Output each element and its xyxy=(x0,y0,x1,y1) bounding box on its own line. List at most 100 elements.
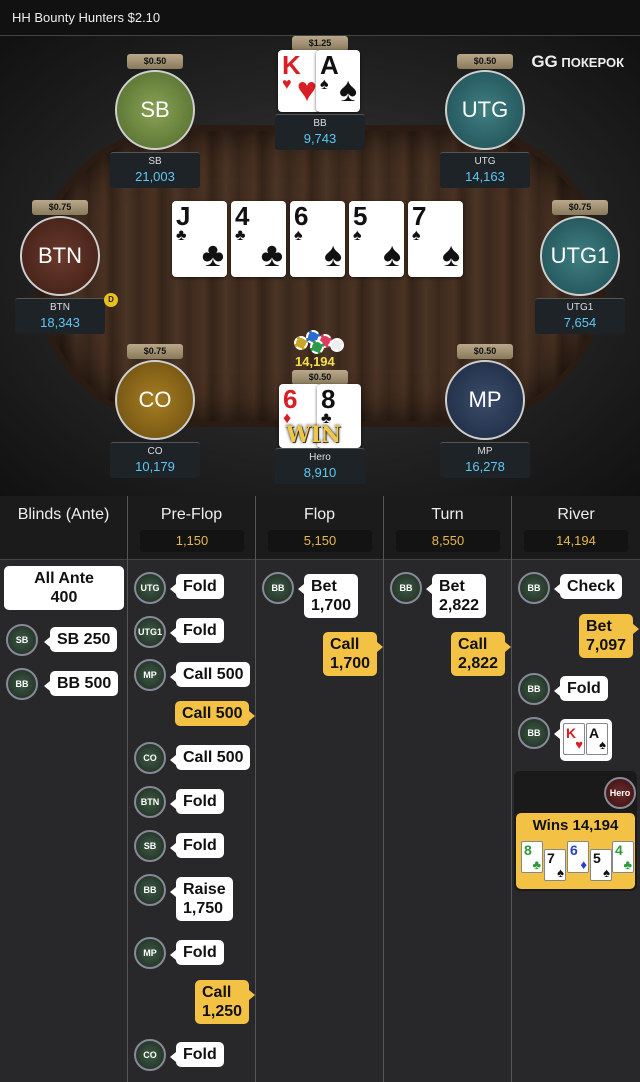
player-chip: SB xyxy=(134,830,166,862)
hero-action-bubble: Bet 7,097 xyxy=(579,614,640,658)
win-badge: WIN xyxy=(286,422,342,448)
player-chip: BB xyxy=(518,572,550,604)
hand-card: 7 ♠ xyxy=(544,849,566,881)
action-bubble: Fold xyxy=(170,574,224,599)
player-chip: BTN xyxy=(134,786,166,818)
bb-card-2: A ♠ ♠ xyxy=(316,50,360,112)
seat-plate: UTG1 7,654 xyxy=(535,298,625,334)
hand-title: HH Bounty Hunters $2.10 xyxy=(12,10,161,25)
action-bubble: BB 500 xyxy=(43,671,119,696)
seat-plate: Hero 8,910 xyxy=(275,448,365,484)
action-bubble: Raise 1,750 xyxy=(170,877,233,921)
street-pot: 14,194 xyxy=(524,530,628,552)
column-title: Turn xyxy=(431,506,464,523)
seat-plate: BB 9,743 xyxy=(275,114,365,150)
pot-chips xyxy=(292,326,350,354)
player-chip: CO xyxy=(134,742,166,774)
column-blinds: Blinds (Ante) All Ante 400 SB SB 250 BB B… xyxy=(0,496,128,1082)
shown-cards-bubble: K ♥ A ♠ xyxy=(554,719,612,761)
bet-amount: $0.50 xyxy=(127,54,183,69)
player-chip: BB xyxy=(262,572,294,604)
action-bubble: SB 250 xyxy=(43,627,118,652)
bet-amount: $0.50 xyxy=(457,344,513,359)
winner-panel: Hero Wins 14,194 8 ♣ 7 ♠ 6 ♦ 5 ♠ 4 ♣ xyxy=(514,771,637,891)
player-avatar: UTG1 xyxy=(540,216,620,296)
bet-amount: $0.50 xyxy=(457,54,513,69)
board-card: J ♣ ♣ xyxy=(172,201,227,277)
bet-amount: $0.75 xyxy=(32,200,88,215)
player-chip: MP xyxy=(134,937,166,969)
player-chip: SB xyxy=(6,624,38,656)
column-title: Blinds (Ante) xyxy=(17,506,110,523)
column-header: Turn 8,550 xyxy=(384,496,511,560)
action-bubble: Fold xyxy=(170,789,224,814)
hero-chip: Hero xyxy=(604,777,636,809)
action-bubble: Check xyxy=(553,574,623,599)
action-bubble: Call 500 xyxy=(169,745,251,770)
seat-plate: BTN 18,343 xyxy=(15,298,105,334)
column-header: Flop 5,150 xyxy=(256,496,383,560)
player-chip: BB xyxy=(134,874,166,906)
player-avatar: CO xyxy=(115,360,195,440)
dealer-button: D xyxy=(104,293,118,307)
title-bar: HH Bounty Hunters $2.10 xyxy=(0,0,640,36)
hero-action-bubble: Call 2,822 xyxy=(451,632,512,676)
wins-text: Wins 14,194 xyxy=(532,817,619,834)
column-title: Flop xyxy=(303,506,336,523)
seat-plate: SB 21,003 xyxy=(110,152,200,188)
player-chip: BB xyxy=(518,717,550,749)
shown-card: A ♠ xyxy=(586,723,608,755)
column-turn: Turn 8,550 BB Bet 2,822 Call 2,822 xyxy=(384,496,512,1082)
seat-plate: CO 10,179 xyxy=(110,442,200,478)
board-card: 4 ♣ ♣ xyxy=(231,201,286,277)
board-card: 6 ♠ ♠ xyxy=(290,201,345,277)
player-chip: BB xyxy=(6,668,38,700)
column-flop: Flop 5,150 BB Bet 1,700 Call 1,700 xyxy=(256,496,384,1082)
seat-plate: UTG 14,163 xyxy=(440,152,530,188)
player-chip: UTG xyxy=(134,572,166,604)
bet-amount: $1.25 xyxy=(292,36,348,51)
player-chip: CO xyxy=(134,1039,166,1071)
bet-amount: $0.75 xyxy=(127,344,183,359)
pot-amount: 14,194 xyxy=(295,354,335,369)
column-river: River 14,194 BB Check Bet 7,097 BB Fold B… xyxy=(512,496,640,1082)
street-pot: 8,550 xyxy=(396,530,500,552)
action-bubble: Fold xyxy=(170,833,224,858)
action-bubble: Fold xyxy=(170,940,224,965)
hand-card: 5 ♠ xyxy=(590,849,612,881)
action-bubble: Fold xyxy=(170,1042,224,1067)
action-history: Blinds (Ante) All Ante 400 SB SB 250 BB B… xyxy=(0,496,640,1082)
player-avatar: BTN xyxy=(20,216,100,296)
hero-action-bubble: Call 500 xyxy=(175,701,257,726)
player-avatar: MP xyxy=(445,360,525,440)
player-chip: MP xyxy=(134,659,166,691)
hero-action-bubble: Call 1,700 xyxy=(323,632,384,676)
shown-card: K ♥ xyxy=(563,723,585,755)
column-preflop: Pre-Flop 1,150 UTG Fold UTG1 Fold MP Cal… xyxy=(128,496,257,1082)
street-pot: 5,150 xyxy=(268,530,372,552)
player-chip: BB xyxy=(518,673,550,705)
poker-table: GG ПОКЕРОК $1.25 K ♥ ♥ A ♠ ♠ BB 9,743 $0.50 … xyxy=(0,36,640,496)
action-bubble: Bet 1,700 xyxy=(297,574,359,618)
hero-action-bubble: Call 1,250 xyxy=(195,980,256,1024)
ante-box: All Ante 400 xyxy=(4,566,124,610)
hand-card: 4 ♣ xyxy=(612,841,634,873)
hand-card: 8 ♣ xyxy=(521,841,543,873)
hand-card: 6 ♦ xyxy=(567,841,589,873)
bb-card-1: K ♥ ♥ xyxy=(278,50,320,112)
action-bubble: Call 500 xyxy=(169,662,251,687)
player-avatar: UTG xyxy=(445,70,525,150)
board-card: 5 ♠ ♠ xyxy=(349,201,404,277)
seat-plate: MP 16,278 xyxy=(440,442,530,478)
column-header: River 14,194 xyxy=(512,496,640,560)
action-bubble: Fold xyxy=(554,676,608,701)
column-header: Blinds (Ante) xyxy=(0,496,127,560)
bet-amount: $0.50 xyxy=(292,370,348,385)
player-avatar: SB xyxy=(115,70,195,150)
street-pot: 1,150 xyxy=(140,530,244,552)
player-chip: UTG1 xyxy=(134,616,166,648)
column-header: Pre-Flop 1,150 xyxy=(128,496,255,560)
bet-amount: $0.75 xyxy=(552,200,608,215)
action-bubble: Bet 2,822 xyxy=(425,574,487,618)
column-title: River xyxy=(557,506,595,523)
